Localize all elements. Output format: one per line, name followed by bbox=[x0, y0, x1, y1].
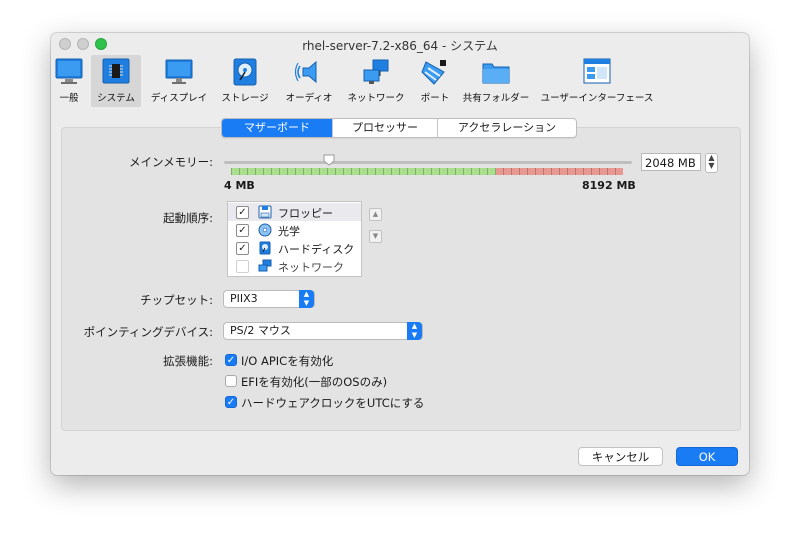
boot-item-harddisk[interactable]: ✓ ハードディスク bbox=[228, 239, 361, 257]
extended-features-label: 拡張機能: bbox=[163, 354, 213, 368]
pointing-device-value: PS/2 マウス bbox=[230, 324, 291, 337]
boot-item-network[interactable]: ネットワーク bbox=[228, 257, 361, 275]
boot-order-label: 起動順序: bbox=[163, 211, 213, 225]
floppy-icon bbox=[258, 205, 272, 219]
chip-icon bbox=[102, 58, 130, 84]
memory-slider-thumb[interactable] bbox=[323, 154, 335, 166]
memory-value-field[interactable]: 2048 MB bbox=[641, 153, 701, 171]
tab-general[interactable]: 一般 bbox=[53, 55, 85, 107]
memory-min-label: 4 MB bbox=[224, 179, 255, 192]
tab-label: ユーザーインターフェース bbox=[540, 93, 654, 104]
io-apic-label: I/O APICを有効化 bbox=[241, 354, 334, 368]
tab-label: 共有フォルダー bbox=[462, 93, 530, 104]
port-icon bbox=[421, 60, 446, 85]
boot-move-up-button[interactable]: ▲ bbox=[369, 208, 382, 221]
boot-checkbox[interactable] bbox=[236, 260, 249, 273]
boot-item-label: フロッピー bbox=[278, 207, 333, 220]
tab-label: 一般 bbox=[59, 93, 79, 104]
subtab-processor[interactable]: プロセッサー bbox=[333, 119, 438, 137]
folder-icon bbox=[482, 63, 510, 84]
chipset-value: PIIX3 bbox=[230, 292, 258, 305]
boot-item-optical[interactable]: ✓ 光学 bbox=[228, 221, 361, 239]
tab-user-interface[interactable]: ユーザーインターフェース bbox=[537, 55, 657, 107]
tab-storage[interactable]: ストレージ bbox=[217, 55, 273, 107]
memory-ticks bbox=[231, 168, 623, 175]
memory-stepper[interactable]: ▲ ▼ bbox=[705, 153, 718, 173]
display-icon bbox=[165, 59, 193, 84]
tab-display[interactable]: ディスプレイ bbox=[149, 55, 209, 107]
boot-item-label: ネットワーク bbox=[278, 261, 344, 274]
monitor-icon bbox=[55, 58, 83, 84]
tab-shared-folders[interactable]: 共有フォルダー bbox=[461, 55, 531, 107]
title-bar: rhel-server-7.2-x86_64 - システム bbox=[51, 33, 749, 55]
boot-item-label: 光学 bbox=[278, 225, 300, 238]
pointing-device-label: ポインティングデバイス: bbox=[83, 325, 213, 339]
tab-label: オーディオ bbox=[285, 93, 333, 104]
io-apic-checkbox[interactable]: ✓ bbox=[225, 354, 237, 366]
boot-checkbox[interactable]: ✓ bbox=[236, 242, 249, 255]
utc-clock-checkbox[interactable]: ✓ bbox=[225, 396, 237, 408]
tab-system[interactable]: システム bbox=[91, 55, 141, 107]
subtab-motherboard[interactable]: マザーボード bbox=[222, 119, 333, 137]
speaker-icon bbox=[294, 60, 317, 84]
tab-audio[interactable]: オーディオ bbox=[281, 55, 337, 107]
network-icon bbox=[258, 259, 272, 272]
settings-toolbar: 一般 システム ディスプレイ ストレージ オーディオ ネットワーク ポート 共有… bbox=[51, 55, 749, 113]
memory-max-label: 8192 MB bbox=[582, 179, 636, 192]
harddisk-icon bbox=[259, 241, 271, 255]
boot-order-list: ✓ フロッピー ✓ 光学 ✓ ハードディスク ネットワーク bbox=[227, 201, 362, 277]
tab-label: ポート bbox=[420, 93, 450, 104]
chipset-label: チップセット: bbox=[140, 293, 213, 307]
tab-label: ストレージ bbox=[221, 93, 269, 104]
subtab-acceleration[interactable]: アクセラレーション bbox=[438, 119, 576, 137]
pointing-device-select[interactable]: PS/2 マウス ▲ ▼ bbox=[223, 322, 423, 340]
efi-checkbox[interactable] bbox=[225, 375, 237, 387]
tab-label: ディスプレイ bbox=[150, 93, 208, 104]
efi-label: EFIを有効化(一部のOSのみ) bbox=[241, 375, 388, 389]
boot-checkbox[interactable]: ✓ bbox=[236, 224, 249, 237]
optical-disc-icon bbox=[258, 223, 272, 237]
tab-network[interactable]: ネットワーク bbox=[343, 55, 409, 107]
boot-item-floppy[interactable]: ✓ フロッピー bbox=[228, 203, 361, 221]
boot-item-label: ハードディスク bbox=[278, 243, 355, 256]
ok-button[interactable]: OK bbox=[676, 447, 738, 466]
settings-window: rhel-server-7.2-x86_64 - システム 一般 システム ディ… bbox=[51, 33, 749, 475]
tab-label: ネットワーク bbox=[347, 93, 405, 104]
network-icon bbox=[363, 59, 389, 84]
boot-checkbox[interactable]: ✓ bbox=[236, 206, 249, 219]
chevron-updown-icon: ▲ ▼ bbox=[299, 290, 314, 308]
window-ui-icon bbox=[583, 58, 611, 84]
window-title: rhel-server-7.2-x86_64 - システム bbox=[302, 39, 498, 53]
memory-label: メインメモリー: bbox=[128, 155, 213, 169]
tab-ports[interactable]: ポート bbox=[415, 55, 455, 107]
boot-move-down-button[interactable]: ▼ bbox=[369, 230, 382, 243]
harddisk-icon bbox=[233, 58, 257, 86]
utc-clock-label: ハードウェアクロックをUTCにする bbox=[241, 396, 425, 410]
memory-slider-track[interactable] bbox=[224, 161, 632, 164]
subtab-bar: マザーボード プロセッサー アクセラレーション bbox=[221, 118, 577, 138]
chevron-updown-icon: ▲ ▼ bbox=[407, 322, 422, 340]
tab-label: システム bbox=[97, 93, 135, 104]
chipset-select[interactable]: PIIX3 ▲ ▼ bbox=[223, 290, 315, 308]
cancel-button[interactable]: キャンセル bbox=[578, 447, 663, 466]
